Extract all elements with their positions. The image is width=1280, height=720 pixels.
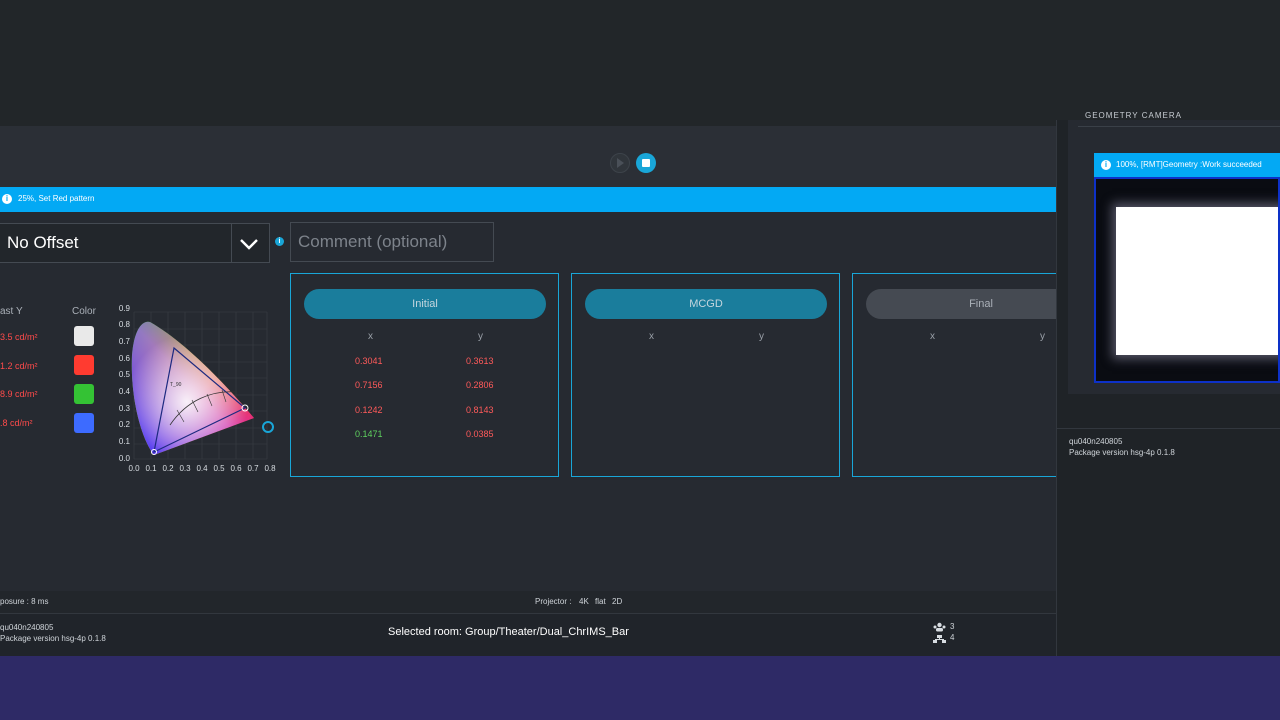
x-tick: 0.5 <box>213 464 225 473</box>
initial-y-value: 0.3613 <box>466 356 494 366</box>
y-tick: 0.3 <box>119 404 131 413</box>
x-tick: 0.1 <box>145 464 157 473</box>
y-tick: 0.6 <box>119 354 131 363</box>
y-tick: 0.4 <box>119 387 131 396</box>
projector-label: Projector : <box>535 597 572 606</box>
initial-x-value: 0.1471 <box>355 429 383 439</box>
footer: qu040n240805 Package version hsg-4p 0.1.… <box>0 613 1056 657</box>
right-package-version: Package version hsg-4p 0.1.8 <box>1069 448 1175 457</box>
play-icon <box>617 158 624 168</box>
color-header: Color <box>72 306 96 317</box>
chevron-down-icon[interactable] <box>239 234 259 254</box>
column-y-header: y <box>759 331 764 342</box>
y-tick: 0.9 <box>119 304 131 313</box>
x-tick: 0.4 <box>196 464 208 473</box>
info-icon: i <box>2 194 12 204</box>
color-swatch-white[interactable] <box>74 326 94 346</box>
comment-input[interactable] <box>290 222 494 262</box>
column-x-header: x <box>368 331 373 342</box>
network-count: 4 <box>950 633 955 642</box>
y-tick: 0.5 <box>119 370 131 379</box>
offset-select[interactable]: No Offset <box>0 223 270 263</box>
initial-panel: Initial x y 0.3041 0.3613 0.7156 0.2806 … <box>290 273 559 477</box>
mcgd-panel-title[interactable]: MCGD <box>585 289 827 319</box>
initial-x-value: 0.1242 <box>355 405 383 415</box>
user-count: 3 <box>950 622 955 631</box>
geometry-notification-bar: i 100%, [RMT]Geometry :Work succeeded <box>1094 153 1280 177</box>
y-tick: 0.7 <box>119 337 131 346</box>
gamut-white-center <box>131 321 254 455</box>
column-y-header: y <box>478 331 483 342</box>
x-tick: 0.2 <box>162 464 174 473</box>
initial-y-value: 0.2806 <box>466 380 494 390</box>
projection-screen-image <box>1116 207 1278 355</box>
top-blank-area <box>0 0 1280 126</box>
title-divider <box>1078 126 1280 127</box>
initial-x-value: 0.7156 <box>355 380 383 390</box>
luminance-value-white: 3.5 cd/m² <box>0 332 38 342</box>
panel-divider <box>1056 428 1280 429</box>
chart-handle[interactable] <box>262 421 274 433</box>
final-panel: Final x y <box>852 273 1096 477</box>
y-tick: 0.8 <box>119 320 131 329</box>
playback-toolbar <box>0 126 1056 187</box>
x-tick: 0.8 <box>264 464 276 473</box>
progress-bar: i 25%, Set Red pattern <box>0 187 1056 212</box>
device-id: qu040n240805 <box>0 623 54 632</box>
x-axis-ticks: 0.0 0.1 0.2 0.3 0.4 0.5 0.6 0.7 0.8 <box>128 464 276 473</box>
stop-button[interactable] <box>636 153 656 173</box>
luminance-header: ast Y <box>0 306 23 317</box>
projector-format: flat <box>595 597 606 606</box>
column-x-header: x <box>930 331 935 342</box>
package-version: Package version hsg-4p 0.1.8 <box>0 634 106 643</box>
x-tick: 0.0 <box>128 464 140 473</box>
info-icon: i <box>1101 160 1111 170</box>
geometry-camera-title: GEOMETRY CAMERA <box>1085 111 1182 120</box>
exposure-text: posure : 8 ms <box>0 597 49 606</box>
x-tick: 0.3 <box>179 464 191 473</box>
initial-x-value: 0.3041 <box>355 356 383 366</box>
bottom-background-band <box>0 656 1280 720</box>
x-tick: 0.7 <box>247 464 259 473</box>
temperature-label: T_90 <box>170 382 182 388</box>
comment-info-icon[interactable]: i <box>275 237 284 246</box>
initial-y-value: 0.8143 <box>466 405 494 415</box>
selected-room: Selected room: Group/Theater/Dual_ChrIMS… <box>388 626 629 638</box>
y-axis-ticks: 0.9 0.8 0.7 0.6 0.5 0.4 0.3 0.2 0.1 0.0 <box>119 304 131 463</box>
projector-mode: 2D <box>612 597 623 606</box>
right-device-id: qu040n240805 <box>1069 437 1123 446</box>
select-divider <box>231 224 232 262</box>
luminance-value-blue: .8 cd/m² <box>0 418 33 428</box>
geometry-notification-text: 100%, [RMT]Geometry :Work succeeded <box>1116 160 1262 169</box>
luminance-value-red: 1.2 cd/m² <box>0 361 38 371</box>
y-tick: 0.1 <box>119 437 131 446</box>
cie-chromaticity-chart: T_90 0.9 0.8 0.7 0.6 0.5 0.4 0.3 0.2 0.1… <box>119 304 276 473</box>
mcgd-panel: MCGD x y <box>571 273 840 477</box>
color-swatch-red[interactable] <box>74 355 94 375</box>
y-tick: 0.2 <box>119 420 131 429</box>
status-bar: posure : 8 ms Projector : 4K flat 2D <box>0 591 1056 613</box>
projector-resolution: 4K <box>579 597 589 606</box>
luminance-value-green: 8.9 cd/m² <box>0 389 38 399</box>
users-icon[interactable] <box>932 622 947 644</box>
offset-selected-value: No Offset <box>7 233 79 252</box>
color-swatch-green[interactable] <box>74 384 94 404</box>
column-x-header: x <box>649 331 654 342</box>
y-tick: 0.0 <box>119 454 131 463</box>
x-tick: 0.6 <box>230 464 242 473</box>
column-y-header: y <box>1040 331 1045 342</box>
initial-panel-title[interactable]: Initial <box>304 289 546 319</box>
stop-icon <box>642 159 650 167</box>
camera-preview[interactable] <box>1094 177 1280 383</box>
progress-text: 25%, Set Red pattern <box>18 194 95 203</box>
color-swatch-blue[interactable] <box>74 413 94 433</box>
initial-y-value: 0.0385 <box>466 429 494 439</box>
play-button[interactable] <box>610 153 630 173</box>
